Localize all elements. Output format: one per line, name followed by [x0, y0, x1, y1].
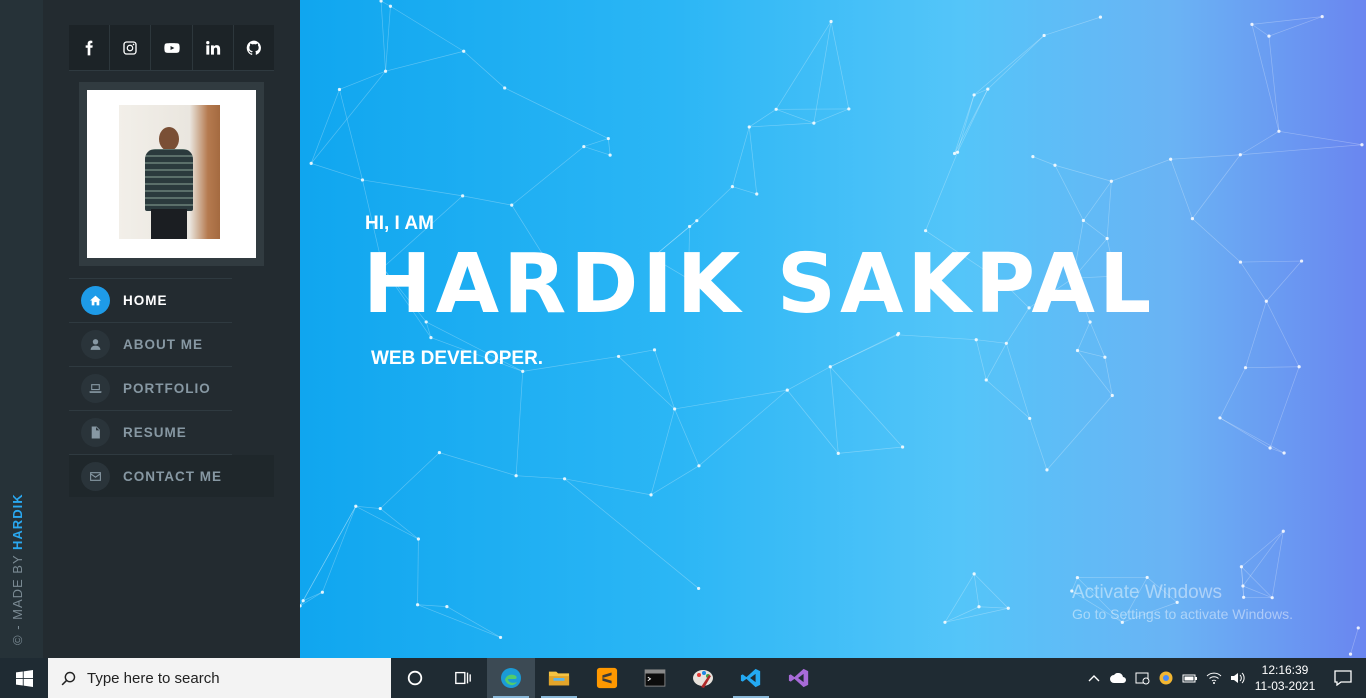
nav-label: RESUME	[123, 425, 187, 440]
cortana-icon[interactable]	[391, 658, 439, 698]
nav-item-portfolio[interactable]: PORTFOLIO	[69, 366, 232, 410]
nav-item-contact-me[interactable]: CONTACT ME	[69, 454, 232, 498]
github-icon[interactable]	[234, 25, 274, 70]
chevron-up-icon[interactable]	[1082, 658, 1106, 698]
profile-photo-frame	[79, 82, 264, 266]
sidebar: HOME ABOUT ME PORTFOLIO RESUME CONTACT M…	[43, 0, 300, 658]
onedrive-cloud-icon[interactable]	[1106, 658, 1130, 698]
edge-icon[interactable]	[487, 658, 535, 698]
windows-taskbar: 12:16:39 11-03-2021	[0, 658, 1366, 698]
document-icon	[81, 418, 110, 447]
credit-prefix: © - MADE BY	[10, 549, 25, 645]
taskbar-clock[interactable]: 12:16:39 11-03-2021	[1250, 662, 1320, 694]
system-tray: 12:16:39 11-03-2021	[1082, 658, 1366, 698]
facebook-icon[interactable]	[69, 25, 111, 70]
hero-role: WEB DEVELOPER.	[371, 348, 544, 369]
nav-item-about-me[interactable]: ABOUT ME	[69, 322, 232, 366]
nav-label: CONTACT ME	[123, 469, 222, 484]
nav-label: HOME	[123, 293, 168, 308]
search-input[interactable]	[87, 669, 367, 687]
profile-photo	[119, 105, 220, 239]
watermark-subtitle: Go to Settings to activate Windows.	[1072, 606, 1293, 622]
file-explorer-icon[interactable]	[535, 658, 583, 698]
made-by-credit: © - MADE BY HARDIK	[10, 470, 32, 645]
taskbar-search-box[interactable]	[48, 658, 391, 698]
laptop-icon	[81, 374, 110, 403]
search-icon	[61, 671, 76, 685]
paint-icon[interactable]	[679, 658, 727, 698]
clock-date: 11-03-2021	[1254, 679, 1316, 693]
hero-greeting: HI, I AM	[365, 213, 434, 234]
watermark-title: Activate Windows	[1072, 582, 1222, 603]
sublime-text-icon[interactable]	[583, 658, 631, 698]
activate-windows-watermark: Activate Windows Go to Settings to activ…	[1072, 582, 1293, 622]
hero-name: HARDIK SAKPAL	[363, 237, 1156, 332]
nav-label: PORTFOLIO	[123, 381, 211, 396]
wifi-icon[interactable]	[1202, 658, 1226, 698]
main-nav: HOME ABOUT ME PORTFOLIO RESUME CONTACT M…	[69, 278, 232, 498]
visual-studio-icon[interactable]	[775, 658, 823, 698]
social-links	[69, 25, 274, 71]
clock-time: 12:16:39	[1261, 663, 1309, 677]
volume-icon[interactable]	[1226, 658, 1250, 698]
nav-item-home[interactable]: HOME	[69, 278, 232, 322]
vscode-icon[interactable]	[727, 658, 775, 698]
youtube-icon[interactable]	[151, 25, 193, 70]
nav-item-resume[interactable]: RESUME	[69, 410, 232, 454]
nav-label: ABOUT ME	[123, 337, 203, 352]
credit-author: HARDIK	[10, 493, 25, 550]
user-icon	[81, 330, 110, 359]
linkedin-icon[interactable]	[193, 25, 234, 70]
instagram-icon[interactable]	[110, 25, 152, 70]
chrome-icon[interactable]	[1154, 658, 1178, 698]
hero-section: HI, I AM HARDIK SAKPAL WEB DEVELOPER. Ac…	[300, 0, 1366, 658]
home-icon	[81, 286, 110, 315]
task-view-icon[interactable]	[439, 658, 487, 698]
windows-start-icon[interactable]	[0, 658, 48, 698]
notification-center-icon[interactable]	[1320, 658, 1366, 698]
terminal-icon[interactable]	[631, 658, 679, 698]
credit-strip: © - MADE BY HARDIK	[0, 0, 43, 658]
battery-icon[interactable]	[1178, 658, 1202, 698]
security-icon[interactable]	[1130, 658, 1154, 698]
envelope-icon	[81, 462, 110, 491]
